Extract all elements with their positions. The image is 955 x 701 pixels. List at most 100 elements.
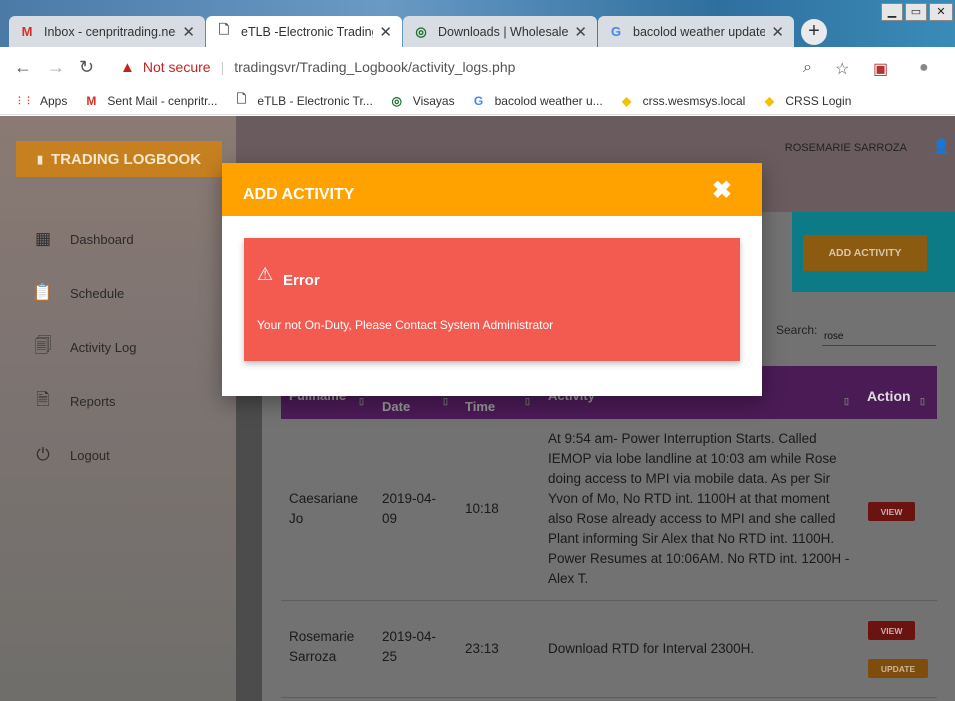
forward-icon[interactable]: →	[47, 57, 65, 78]
window-close-button[interactable]: ✕	[929, 3, 953, 21]
view-button[interactable]: VIEW	[868, 621, 915, 640]
tab-title: bacolod weather update	[633, 24, 766, 39]
sidebar-item-dashboard[interactable]: ▦ Dashboard	[34, 229, 134, 248]
book-icon: ▮	[36, 153, 44, 166]
tab-title: Downloads | Wholesale E	[438, 24, 569, 39]
page-icon: 🗋	[236, 92, 247, 106]
warning-icon: ▲	[120, 58, 135, 76]
bookmark-label: eTLB - Electronic Tr...	[257, 93, 373, 108]
gmail-icon: M	[86, 93, 97, 108]
modal-header: ADD ACTIVITY ✖	[222, 163, 762, 216]
new-tab-button[interactable]: +	[801, 19, 827, 45]
cell-fullname: Caesariane Jo	[289, 491, 359, 526]
alert-title: Error	[283, 272, 320, 289]
bookmark-weather[interactable]: G bacolod weather u...	[471, 94, 603, 108]
profile-icon[interactable]: ●	[919, 59, 929, 77]
user-name[interactable]: ROSEMARIE SARROZA	[785, 142, 907, 154]
tab-title: Inbox - cenpritrading.neg	[44, 24, 177, 39]
column-header-time[interactable]: Time	[465, 399, 495, 414]
power-icon: ⏻	[36, 445, 50, 464]
address-bar[interactable]: ▲ Not secure | tradingsvr/Trading_Logboo…	[108, 53, 863, 81]
sort-icon[interactable]: ▯	[844, 396, 849, 407]
bookmarks-bar: ⋮⋮ Apps M Sent Mail - cenpritr... 🗋 eTLB…	[0, 87, 955, 115]
close-icon[interactable]: ✕	[771, 23, 784, 41]
sidebar-item-activity-log[interactable]: 🗐 Activity Log	[34, 335, 137, 356]
minimize-button[interactable]: ▁	[881, 3, 903, 21]
sidebar-item-label: Dashboard	[70, 231, 134, 247]
column-header-action[interactable]: Action	[867, 388, 911, 404]
tab-weather[interactable]: G bacolod weather update ✕	[598, 16, 794, 47]
browser-tabstrip: M Inbox - cenpritrading.neg ✕ 🗋 eTLB -El…	[0, 0, 955, 47]
pdf-extension-icon[interactable]: ▣	[873, 59, 888, 79]
column-header-date[interactable]: Date	[382, 399, 410, 414]
browser-toolbar: ← → ↻ ▲ Not secure | tradingsvr/Trading_…	[0, 47, 955, 87]
star-icon[interactable]: ☆	[835, 59, 849, 79]
url-text[interactable]: tradingsvr/Trading_Logbook/activity_logs…	[234, 59, 515, 75]
bookmark-label: bacolod weather u...	[494, 93, 603, 108]
bookmark-crss-local[interactable]: ◆ crss.wesmsys.local	[619, 93, 746, 108]
bookmark-label: Visayas	[412, 93, 455, 108]
sort-icon[interactable]: ▯	[525, 396, 530, 407]
bookmark-label: CRSS Login	[785, 93, 852, 108]
close-icon[interactable]: ✖	[712, 179, 732, 203]
sidebar-item-logout[interactable]: ⏻ Logout	[34, 445, 110, 464]
sidebar-item-label: Logout	[70, 447, 110, 463]
error-alert: ⚠ Error Your not On-Duty, Please Contact…	[244, 238, 740, 361]
close-icon[interactable]: ✕	[379, 23, 392, 41]
cell-date: 2019-04-25	[382, 629, 437, 664]
sidebar-item-label: Schedule	[70, 285, 125, 301]
bookmark-visayas[interactable]: ◎ Visayas	[389, 94, 455, 108]
reload-icon[interactable]: ↻	[79, 57, 94, 78]
security-label: Not secure	[142, 59, 211, 75]
close-icon[interactable]: ✕	[574, 23, 587, 41]
bookmark-etlb[interactable]: 🗋 eTLB - Electronic Tr...	[233, 92, 373, 108]
update-button[interactable]: UPDATE	[868, 659, 928, 678]
brand-label: TRADING LOGBOOK	[51, 150, 202, 168]
sidebar-item-label: Reports	[70, 393, 116, 409]
sidebar: ▮ TRADING LOGBOOK ▦ Dashboard 📋 Schedule…	[0, 116, 236, 701]
bookmark-label: crss.wesmsys.local	[642, 93, 746, 108]
sort-icon[interactable]: ▯	[443, 396, 448, 407]
cell-date: 2019-04-09	[382, 491, 437, 526]
diamond-icon: ◆	[622, 93, 632, 108]
tab-etlb[interactable]: 🗋 eTLB -Electronic Trading ✕	[206, 16, 402, 47]
alert-message: Your not On-Duty, Please Contact System …	[257, 318, 554, 332]
tab-inbox[interactable]: M Inbox - cenpritrading.neg ✕	[9, 16, 205, 47]
table-row: Rosemarie Sarroza 2019-04-25 23:13 Downl…	[281, 601, 937, 698]
dashboard-icon: ▦	[34, 229, 52, 248]
library-icon: 🗐	[34, 335, 52, 355]
add-activity-modal: ADD ACTIVITY ✖ ⚠ Error Your not On-Duty,…	[222, 163, 762, 396]
google-icon: G	[473, 93, 484, 108]
tab-title: eTLB -Electronic Trading	[241, 24, 374, 39]
apps-icon: ⋮⋮	[15, 95, 33, 105]
search-input[interactable]	[822, 327, 936, 346]
zoom-icon[interactable]: ⌕	[803, 59, 812, 77]
cell-time: 10:18	[465, 501, 499, 516]
google-icon: G	[610, 24, 622, 39]
gmail-icon: M	[21, 24, 33, 39]
page-icon: 🗋	[218, 21, 230, 37]
view-button[interactable]: VIEW	[868, 502, 915, 521]
back-icon[interactable]: ←	[14, 57, 32, 78]
sort-icon[interactable]: ▯	[359, 396, 364, 407]
bookmark-sent-mail[interactable]: M Sent Mail - cenpritr...	[83, 94, 217, 108]
add-activity-button[interactable]: ADD ACTIVITY	[803, 235, 927, 271]
warning-icon: ⚠	[257, 264, 274, 284]
cell-time: 23:13	[465, 641, 499, 656]
maximize-button[interactable]: ▭	[905, 3, 927, 21]
search-label: Search:	[776, 323, 818, 337]
sidebar-item-reports[interactable]: 🗎 Reports	[34, 390, 116, 410]
person-icon[interactable]: 👤	[933, 138, 950, 155]
bookmark-apps[interactable]: ⋮⋮ Apps	[15, 94, 67, 108]
bookmark-crss-login[interactable]: ◆ CRSS Login	[761, 93, 852, 108]
sort-icon[interactable]: ▯	[920, 396, 925, 407]
brand-button[interactable]: ▮ TRADING LOGBOOK	[16, 141, 222, 177]
sidebar-item-schedule[interactable]: 📋 Schedule	[32, 283, 125, 302]
table-row: Caesariane Jo 2019-04-09 10:18 At 9:54 a…	[281, 419, 937, 601]
divider: |	[220, 59, 225, 75]
cell-fullname: Rosemarie Sarroza	[289, 629, 355, 664]
tab-downloads[interactable]: ◎ Downloads | Wholesale E ✕	[403, 16, 597, 47]
sidebar-item-label: Activity Log	[70, 339, 137, 355]
cell-activity: At 9:54 am- Power Interruption Starts. C…	[548, 431, 850, 586]
close-icon[interactable]: ✕	[182, 23, 195, 41]
